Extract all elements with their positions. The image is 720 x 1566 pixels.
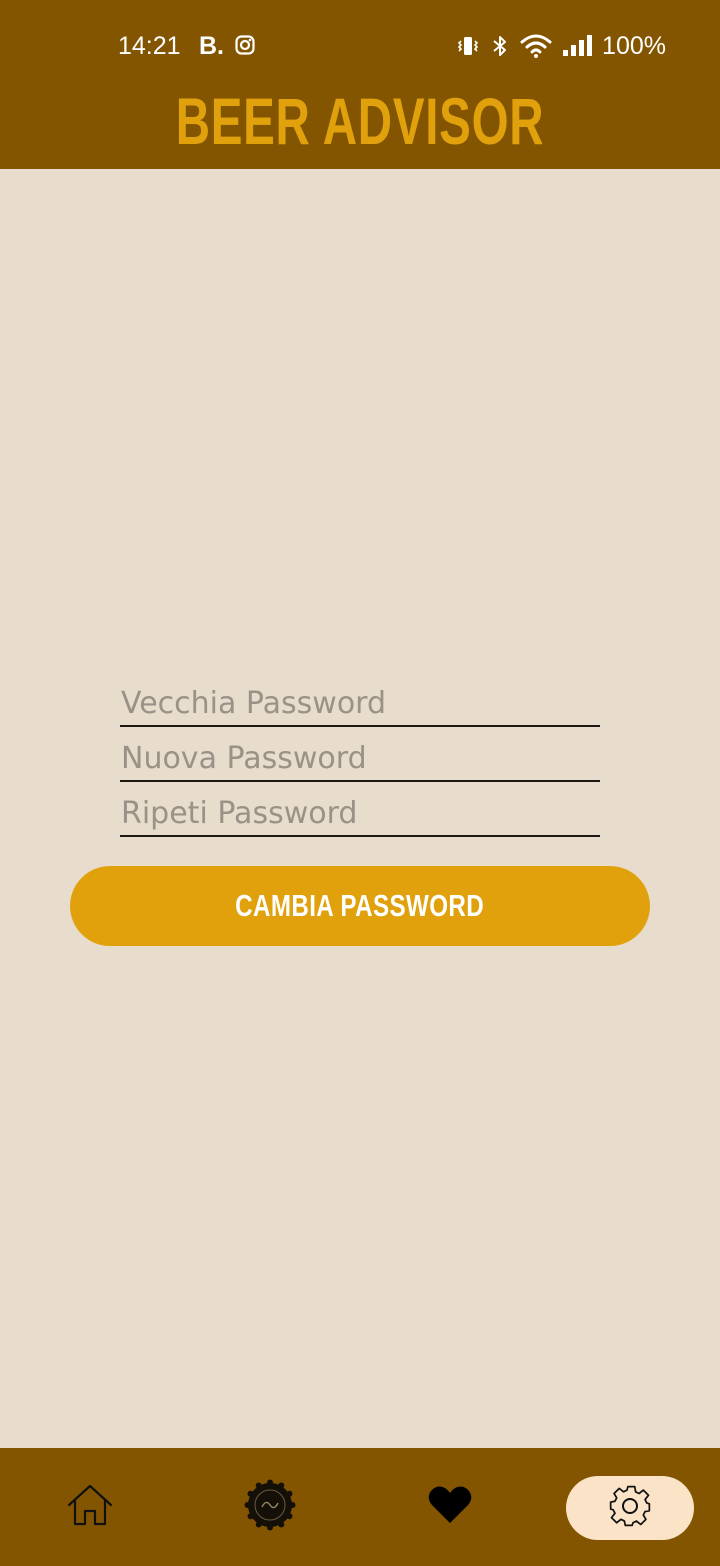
battery-level: 100% <box>602 32 666 60</box>
app-title: BEER ADVISOR <box>175 84 545 158</box>
wifi-icon <box>520 34 552 58</box>
old-password-field <box>120 681 601 727</box>
home-icon <box>66 1483 114 1531</box>
bottom-navigation <box>0 1448 720 1566</box>
change-password-button[interactable]: CAMBIA PASSWORD <box>70 866 650 946</box>
nav-favorites[interactable] <box>400 1448 500 1566</box>
repeat-password-input[interactable] <box>120 791 601 835</box>
vibrate-icon <box>456 34 480 58</box>
app-header: 14:21 B. 100% BEER ADVISOR <box>0 0 720 169</box>
status-app-badge: B. <box>199 32 224 60</box>
instagram-icon <box>235 35 255 55</box>
new-password-field <box>120 736 601 782</box>
settings-gear-icon <box>606 1482 654 1534</box>
nav-beers[interactable] <box>220 1448 320 1566</box>
nav-settings[interactable] <box>566 1476 694 1540</box>
status-time: 14:21 <box>118 32 181 60</box>
repeat-password-field <box>120 791 601 837</box>
old-password-input[interactable] <box>120 681 601 725</box>
heart-icon <box>428 1485 472 1529</box>
change-password-label: CAMBIA PASSWORD <box>235 888 485 923</box>
beer-cap-icon <box>244 1479 296 1535</box>
signal-icon <box>562 34 593 58</box>
bluetooth-icon <box>490 34 510 58</box>
nav-home[interactable] <box>40 1448 140 1566</box>
status-icons: 100% <box>456 30 666 62</box>
new-password-input[interactable] <box>120 736 601 780</box>
